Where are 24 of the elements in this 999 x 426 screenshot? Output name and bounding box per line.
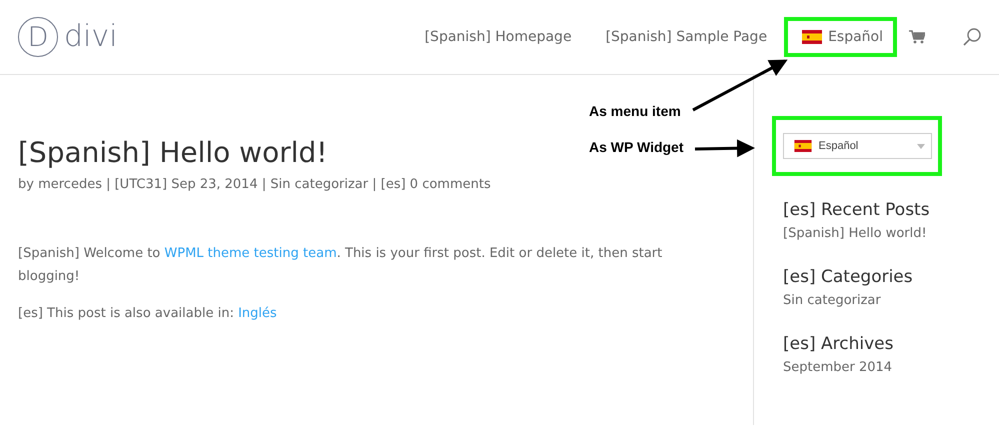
logo-text[interactable]: divi bbox=[64, 22, 118, 52]
widget-link[interactable]: [Spanish] Hello world! bbox=[783, 226, 999, 241]
annotation-label: As menu item bbox=[589, 103, 681, 119]
post-paragraph: [Spanish] Welcome to WPML theme testing team. This is your first post. Edit or delete it, then start blogging! bbox=[18, 245, 664, 286]
post-title: [Spanish] Hello world! bbox=[18, 135, 328, 171]
widget-title: [es] Archives bbox=[783, 334, 894, 354]
flag-icon bbox=[802, 30, 822, 44]
language-dropdown[interactable]: Español bbox=[782, 133, 932, 159]
language-menu-item[interactable]: Español bbox=[784, 17, 897, 57]
nav-link[interactable]: [Spanish] Sample Page bbox=[588, 17, 784, 57]
nav-link[interactable]: [Spanish] Homepage bbox=[408, 17, 589, 57]
widget-link[interactable]: Sin categorizar bbox=[783, 293, 999, 308]
widget-title: [es] Recent Posts bbox=[783, 200, 931, 220]
post-meta: by mercedes | [UTC31] Sep 23, 2014 | Sin categorizar | [es] 0 comments bbox=[18, 177, 491, 192]
search-icon[interactable] bbox=[963, 28, 981, 46]
caret-icon bbox=[916, 144, 924, 148]
cart-icon[interactable] bbox=[909, 30, 925, 44]
annotation-label: As WP Widget bbox=[589, 139, 684, 155]
annotation-arrow bbox=[694, 139, 755, 158]
flag-icon bbox=[794, 140, 812, 152]
post-paragraph: [es] This post is also available in: Inglés bbox=[18, 305, 278, 323]
widget-link[interactable]: September 2014 bbox=[783, 360, 999, 375]
logo-mark[interactable]: D bbox=[18, 17, 58, 57]
widget-title: [es] Categories bbox=[783, 267, 914, 287]
